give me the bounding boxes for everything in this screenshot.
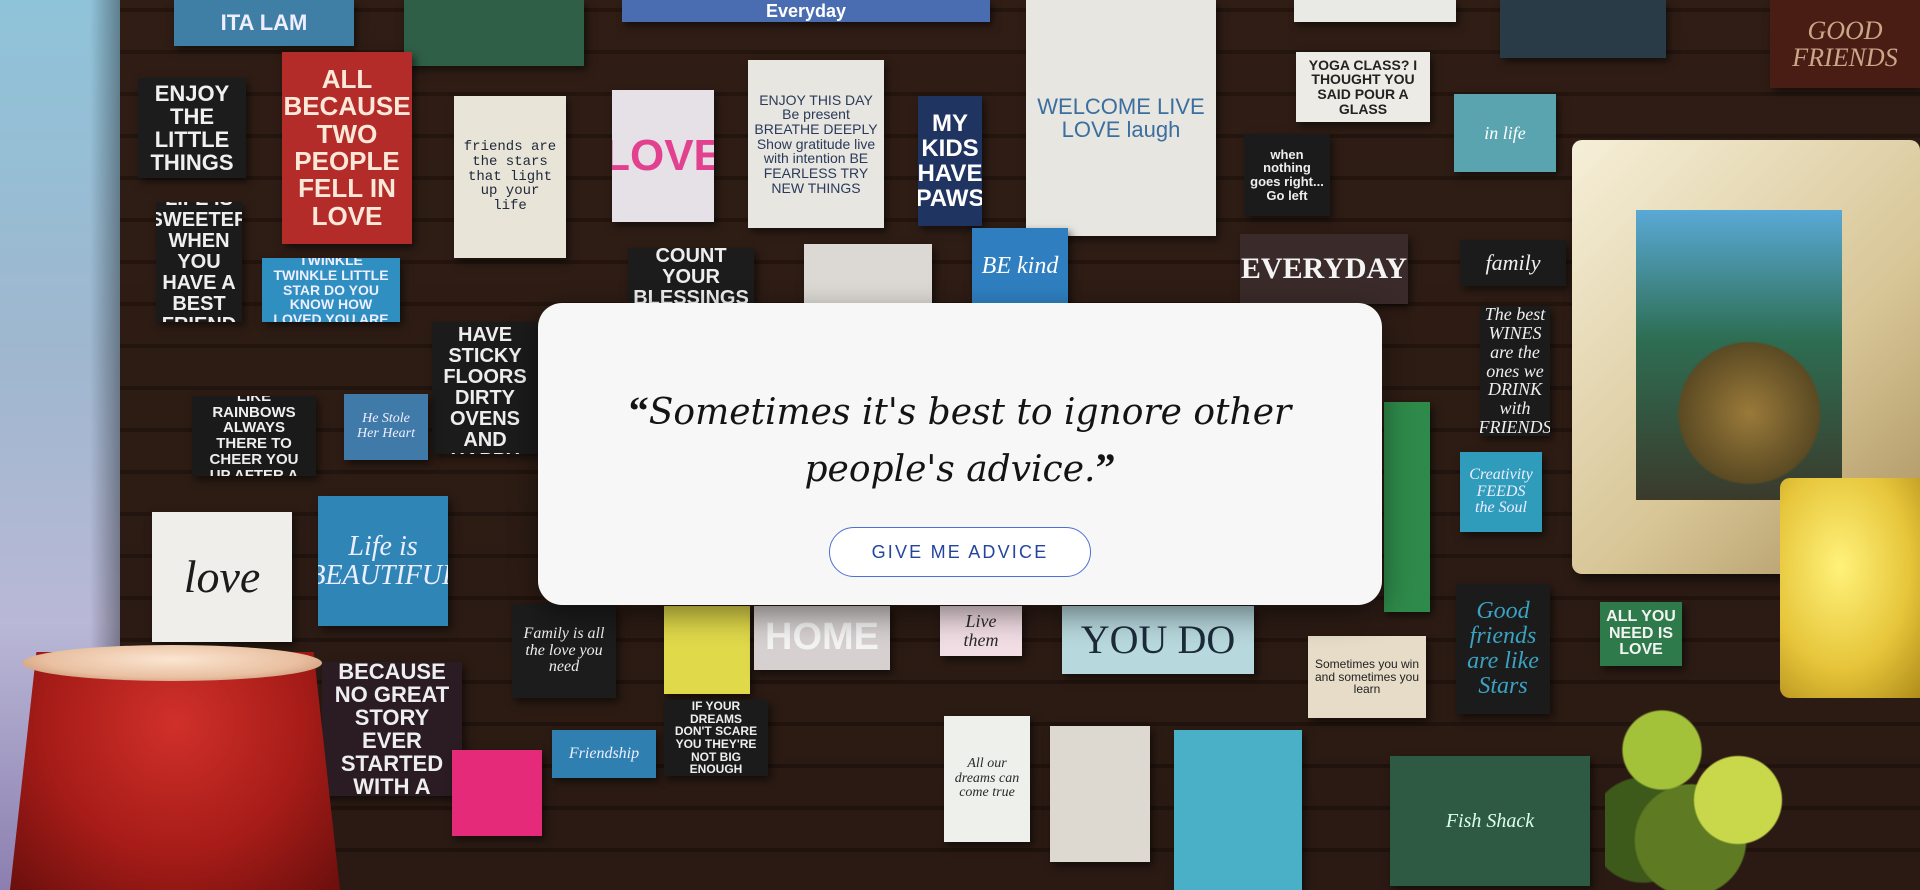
background-sign: ENJOY THIS DAY Be present BREATHE DEEPLY… — [748, 60, 884, 228]
background-sign: ITA LAM — [174, 0, 354, 46]
background-sign: Friendship — [552, 730, 656, 778]
lamp-shade-left — [10, 652, 340, 890]
background-sign: Creativity FEEDS the Soul — [1460, 452, 1542, 532]
background-sign: in life — [1454, 94, 1556, 172]
background-sign — [1050, 726, 1150, 862]
background-sign: WINE BECAUSE NO GREAT STORY EVER STARTED… — [322, 662, 462, 796]
background-sign: love — [152, 512, 292, 642]
plant — [1605, 690, 1795, 890]
background-sign: Good friends are like Stars — [1456, 584, 1550, 714]
background-sign: WELCOME LIVE LOVE laugh — [1026, 0, 1216, 236]
background-sign: YOGA CLASS? I THOUGHT YOU SAID POUR A GL… — [1296, 52, 1430, 122]
background-sign: Live them — [940, 606, 1022, 656]
background-sign: LOVE — [612, 90, 714, 222]
background-sign: LIFE IS SWEETER WHEN YOU HAVE A BEST FRI… — [156, 202, 242, 322]
background-sign — [1500, 0, 1666, 58]
background-sign: He Stole Her Heart — [344, 394, 428, 460]
background-sign: IF YOUR DREAMS DON'T SCARE YOU THEY'RE N… — [664, 700, 768, 776]
lamp-shade-left-top — [22, 645, 322, 681]
background-sign: Life is BEAUTIFUL — [318, 496, 448, 626]
background-sign: MY KIDS HAVE PAWS — [918, 96, 982, 226]
background-sign — [1294, 0, 1456, 22]
give-me-advice-button[interactable]: GIVE ME ADVICE — [829, 527, 1091, 577]
mirror-reflection — [1636, 210, 1842, 500]
background-sign: HOME — [754, 606, 890, 670]
background-sign: TWINKLE TWINKLE LITTLE STAR DO YOU KNOW … — [262, 258, 400, 322]
background-sign — [664, 606, 750, 694]
background-sign: when nothing goes right... Go left — [1244, 134, 1330, 216]
background-sign: COUNT YOUR BLESSINGS — [628, 248, 754, 306]
background-sign: YOU DO — [1062, 606, 1254, 674]
background-sign — [1174, 730, 1302, 890]
background-sign: ALL BECAUSE TWO PEOPLE FELL IN LOVE — [282, 52, 412, 244]
background-sign: ENJOY THE LITTLE THINGS — [138, 78, 246, 178]
quote-card: “Sometimes it's best to ignore other peo… — [538, 303, 1382, 605]
background-sign: EVERYDAY — [1240, 234, 1408, 304]
background-sign — [1384, 402, 1430, 612]
background-sign: FRIENDS ARE LIKE RAINBOWS ALWAYS THERE T… — [192, 396, 316, 476]
background-sign: All our dreams can come true — [944, 716, 1030, 842]
lamp-shade-right — [1780, 478, 1920, 698]
background-sign: Fish Shack — [1390, 756, 1590, 886]
background-sign: GOOD FRIENDS — [1770, 0, 1920, 88]
background-sign: Everyday — [622, 0, 990, 22]
quote-text: Sometimes it's best to ignore other peop… — [648, 392, 1292, 490]
open-quote-mark: “ — [628, 388, 649, 433]
background-sign: BE kind — [972, 228, 1068, 306]
background-sign: friends are the stars that light up your… — [454, 96, 566, 258]
background-sign: family — [1460, 240, 1566, 286]
close-quote-mark: ” — [1095, 445, 1116, 490]
background-sign: Sometimes you win and sometimes you lear… — [1308, 636, 1426, 718]
background-sign: The best WINES are the ones we DRINK wit… — [1480, 306, 1550, 436]
background-sign: ALL YOU NEED IS LOVE — [1600, 602, 1682, 666]
advice-quote: “Sometimes it's best to ignore other peo… — [590, 383, 1330, 497]
background-sign — [452, 750, 542, 836]
background-sign: Family is all the love you need — [512, 604, 616, 698]
background-sign — [804, 244, 932, 306]
background-sign: GOOD MOMS HAVE STICKY FLOORS DIRTY OVENS… — [432, 322, 538, 454]
background-sign — [404, 0, 584, 66]
